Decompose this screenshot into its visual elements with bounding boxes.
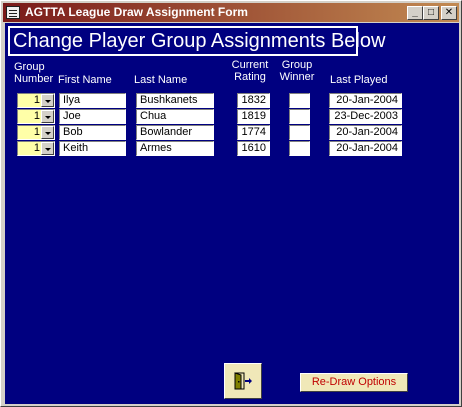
last-name-field[interactable]: Armes (136, 141, 214, 156)
form-body: Change Player Group Assignments Below Gr… (5, 23, 459, 404)
rating-field[interactable]: 1819 (237, 109, 270, 124)
group-number-combo[interactable]: 1 (17, 109, 55, 124)
group-number-value: 1 (33, 94, 40, 106)
header-first-name: First Name (58, 74, 112, 86)
group-winner-field[interactable] (289, 125, 310, 140)
last-name-field[interactable]: Chua (136, 109, 214, 124)
last-played-field[interactable]: 20-Jan-2004 (329, 141, 402, 156)
minimize-button[interactable]: _ (407, 6, 423, 20)
exit-button[interactable] (224, 363, 262, 399)
last-played-field[interactable]: 20-Jan-2004 (329, 125, 402, 140)
group-winner-field[interactable] (289, 109, 310, 124)
header-group-line1: Group (14, 61, 45, 73)
form-icon[interactable] (6, 6, 20, 19)
last-name-field[interactable]: Bowlander (136, 125, 214, 140)
header-current-rating: Current Rating (230, 59, 270, 83)
rating-field[interactable]: 1832 (237, 93, 270, 108)
first-name-field[interactable]: Keith (59, 141, 126, 156)
exit-door-icon (234, 372, 252, 390)
header-group-line2: Number (14, 73, 54, 85)
window-title: AGTTA League Draw Assignment Form (25, 5, 248, 19)
first-name-field[interactable]: Ilya (59, 93, 126, 108)
header-winner-line1: Group (281, 59, 313, 71)
header-group-winner: Group Winner (279, 59, 315, 83)
header-rating-line2: Rating (234, 71, 266, 83)
form-banner: Change Player Group Assignments Below (8, 26, 385, 56)
maximize-button[interactable]: □ (423, 6, 439, 20)
redraw-options-button[interactable]: Re-Draw Options (300, 373, 408, 392)
last-name-field[interactable]: Bushkanets (136, 93, 214, 108)
header-winner-line2: Winner (279, 71, 315, 83)
chevron-down-icon[interactable] (41, 110, 54, 123)
last-played-field[interactable]: 20-Jan-2004 (329, 93, 402, 108)
group-number-combo[interactable]: 1 (17, 125, 55, 140)
group-winner-field[interactable] (289, 93, 310, 108)
chevron-down-icon[interactable] (41, 126, 54, 139)
close-button[interactable]: ✕ (441, 6, 457, 20)
header-group-number: Group Number (14, 61, 53, 85)
title-bar[interactable]: AGTTA League Draw Assignment Form _ □ ✕ (3, 3, 459, 22)
first-name-field[interactable]: Bob (59, 125, 126, 140)
group-number-value: 1 (33, 142, 40, 154)
application-window: AGTTA League Draw Assignment Form _ □ ✕ … (0, 0, 462, 407)
group-number-combo[interactable]: 1 (17, 93, 55, 108)
header-rating-line1: Current (231, 59, 269, 71)
header-last-name: Last Name (134, 74, 188, 86)
group-number-value: 1 (33, 110, 40, 122)
rating-field[interactable]: 1774 (237, 125, 270, 140)
chevron-down-icon[interactable] (41, 142, 54, 155)
group-number-value: 1 (33, 126, 40, 138)
group-winner-field[interactable] (289, 141, 310, 156)
first-name-field[interactable]: Joe (59, 109, 126, 124)
group-number-combo[interactable]: 1 (17, 141, 55, 156)
header-last-played: Last Played (330, 74, 388, 86)
chevron-down-icon[interactable] (41, 94, 54, 107)
rating-field[interactable]: 1610 (237, 141, 270, 156)
last-played-field[interactable]: 23-Dec-2003 (329, 109, 402, 124)
